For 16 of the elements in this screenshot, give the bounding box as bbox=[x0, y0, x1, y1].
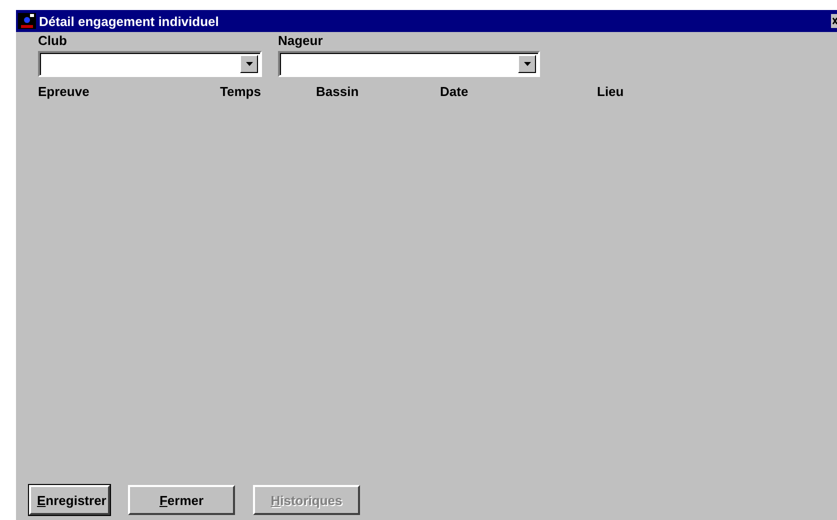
dropdown-field[interactable] bbox=[38, 51, 262, 77]
button[interactable]: Fermer bbox=[128, 485, 235, 515]
field-label: Club bbox=[38, 32, 67, 50]
field-label: Nageur bbox=[278, 32, 323, 50]
column-header: Date bbox=[440, 84, 468, 99]
column-header: Epreuve bbox=[38, 84, 90, 99]
window-title: Détail engagement individuel bbox=[39, 14, 219, 28]
button[interactable]: Enregistrer bbox=[29, 485, 110, 515]
dropdown-field[interactable] bbox=[278, 51, 540, 77]
column-header: Bassin bbox=[316, 84, 359, 99]
close-icon[interactable] bbox=[831, 14, 837, 28]
dropdown-arrow-icon[interactable] bbox=[246, 62, 252, 66]
column-header: Temps bbox=[220, 84, 261, 99]
column-header: Lieu bbox=[597, 84, 624, 99]
dropdown-arrow-icon[interactable] bbox=[524, 62, 530, 66]
app-icon bbox=[18, 13, 36, 29]
